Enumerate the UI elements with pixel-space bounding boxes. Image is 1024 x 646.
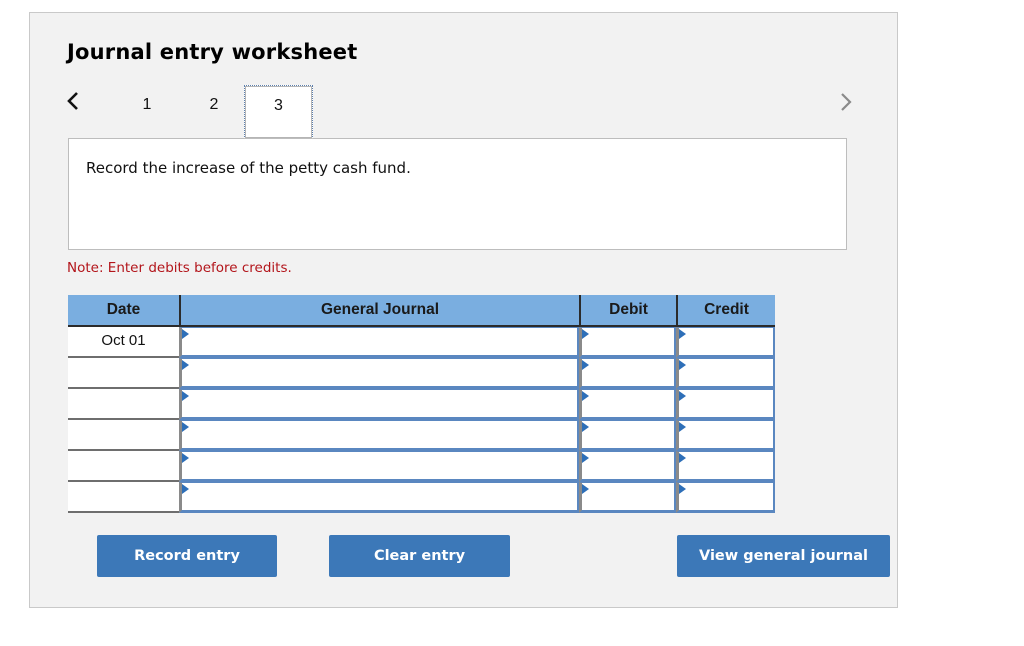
table-header: Date General Journal Debit Credit: [68, 295, 775, 327]
dropdown-marker-icon: [182, 391, 189, 401]
account-input[interactable]: [182, 390, 577, 417]
table-row: Oct 01: [68, 327, 775, 358]
account-input-cell[interactable]: [179, 451, 579, 482]
account-input[interactable]: [182, 421, 577, 448]
table-row: [68, 451, 775, 482]
debit-input[interactable]: [582, 390, 674, 417]
date-cell[interactable]: [68, 389, 179, 420]
debit-input[interactable]: [582, 483, 674, 510]
chevron-left-icon[interactable]: [66, 90, 88, 116]
dropdown-marker-icon: [182, 360, 189, 370]
account-input-cell[interactable]: [179, 420, 579, 451]
dropdown-marker-icon: [582, 422, 589, 432]
credit-input[interactable]: [679, 452, 773, 479]
account-input-cell[interactable]: [179, 358, 579, 389]
dropdown-marker-icon: [582, 453, 589, 463]
debit-input-cell[interactable]: [579, 358, 676, 389]
dropdown-marker-icon: [679, 360, 686, 370]
chevron-right-icon[interactable]: [839, 91, 861, 117]
dropdown-marker-icon: [182, 484, 189, 494]
credit-input-cell[interactable]: [676, 327, 775, 358]
dropdown-marker-icon: [679, 422, 686, 432]
credit-input[interactable]: [679, 390, 773, 417]
credit-input-cell[interactable]: [676, 389, 775, 420]
credit-input-cell[interactable]: [676, 451, 775, 482]
dropdown-marker-icon: [182, 329, 189, 339]
prompt-text: Record the increase of the petty cash fu…: [86, 159, 411, 177]
debit-input-cell[interactable]: [579, 482, 676, 513]
dropdown-marker-icon: [582, 360, 589, 370]
account-input[interactable]: [182, 328, 577, 355]
dropdown-marker-icon: [182, 422, 189, 432]
dropdown-marker-icon: [679, 453, 686, 463]
dropdown-marker-icon: [582, 484, 589, 494]
table-row: [68, 358, 775, 389]
table-row: [68, 389, 775, 420]
dropdown-marker-icon: [679, 484, 686, 494]
header-credit: Credit: [676, 295, 775, 325]
view-general-journal-button[interactable]: View general journal: [677, 535, 890, 577]
credit-input-cell[interactable]: [676, 358, 775, 389]
credit-input[interactable]: [679, 421, 773, 448]
date-cell[interactable]: [68, 358, 179, 389]
debit-input-cell[interactable]: [579, 451, 676, 482]
account-input[interactable]: [182, 452, 577, 479]
dropdown-marker-icon: [679, 329, 686, 339]
dropdown-marker-icon: [679, 391, 686, 401]
prompt-box: Record the increase of the petty cash fu…: [68, 138, 847, 250]
credit-input[interactable]: [679, 359, 773, 386]
table-row: [68, 420, 775, 451]
account-input[interactable]: [182, 359, 577, 386]
clear-entry-button[interactable]: Clear entry: [329, 535, 510, 577]
date-cell[interactable]: [68, 451, 179, 482]
dropdown-marker-icon: [582, 391, 589, 401]
journal-table: Date General Journal Debit Credit Oct 01: [68, 295, 775, 513]
dropdown-marker-icon: [582, 329, 589, 339]
header-debit: Debit: [579, 295, 676, 325]
account-input-cell[interactable]: [179, 389, 579, 420]
credit-input-cell[interactable]: [676, 482, 775, 513]
debit-input[interactable]: [582, 328, 674, 355]
debit-input-cell[interactable]: [579, 389, 676, 420]
account-input[interactable]: [182, 483, 577, 510]
debit-input[interactable]: [582, 421, 674, 448]
date-cell[interactable]: Oct 01: [68, 327, 179, 358]
table-body: Oct 01: [68, 327, 775, 513]
tab-2[interactable]: 2: [180, 85, 248, 139]
credit-input-cell[interactable]: [676, 420, 775, 451]
debit-input-cell[interactable]: [579, 420, 676, 451]
date-cell[interactable]: [68, 420, 179, 451]
journal-worksheet-panel: Journal entry worksheet 1 2 3 Record the…: [29, 12, 898, 608]
credit-input[interactable]: [679, 328, 773, 355]
account-input-cell[interactable]: [179, 327, 579, 358]
debit-input[interactable]: [582, 452, 674, 479]
tab-1[interactable]: 1: [113, 85, 181, 139]
header-date: Date: [106, 301, 141, 318]
header-general-journal: General Journal: [179, 295, 579, 325]
credit-input[interactable]: [679, 483, 773, 510]
table-row: [68, 482, 775, 513]
debit-input-cell[interactable]: [579, 327, 676, 358]
worksheet-title: Journal entry worksheet: [67, 40, 358, 64]
dropdown-marker-icon: [182, 453, 189, 463]
record-entry-button[interactable]: Record entry: [97, 535, 277, 577]
account-input-cell[interactable]: [179, 482, 579, 513]
debits-note: Note: Enter debits before credits.: [67, 260, 292, 276]
tab-3-active[interactable]: 3: [244, 85, 313, 139]
date-cell[interactable]: [68, 482, 179, 513]
debit-input[interactable]: [582, 359, 674, 386]
